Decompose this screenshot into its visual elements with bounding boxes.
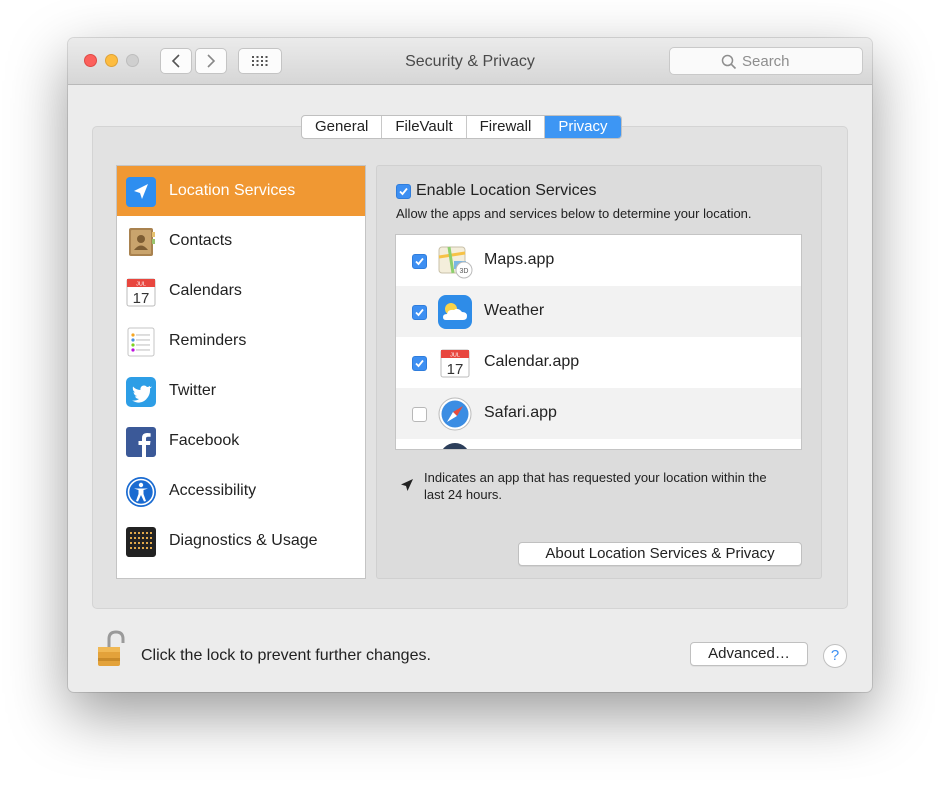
app-checkbox-weather[interactable] (412, 305, 427, 320)
tab-filevault[interactable]: FileVault (382, 116, 467, 138)
sidebar-item-location-services[interactable]: Location Services (117, 166, 365, 216)
sidebar-item-label: Facebook (169, 432, 240, 449)
sidebar-item-label: Reminders (169, 332, 247, 349)
calendar-month-text: JUL (450, 353, 460, 359)
help-button[interactable]: ? (823, 644, 847, 668)
checkmark-icon (399, 187, 408, 196)
note-line-2: last 24 hours. (424, 487, 503, 502)
weather-icon (438, 295, 472, 329)
accessibility-icon (126, 477, 156, 507)
sidebar-item-reminders[interactable]: Reminders (117, 316, 365, 366)
tab-bar: General FileVault Firewall Privacy (301, 115, 622, 139)
sidebar-item-diagnostics[interactable]: Diagnostics & Usage (117, 516, 365, 566)
calendar-day-text: 17 (447, 361, 464, 378)
list-item[interactable]: Safari.app (396, 388, 801, 439)
app-name: Safari.app (484, 404, 557, 421)
contacts-icon (129, 228, 155, 256)
sidebar-item-contacts[interactable]: Contacts (117, 216, 365, 266)
tab-firewall[interactable]: Firewall (467, 116, 546, 138)
maps-icon: 3D (438, 246, 473, 279)
search-field[interactable]: Search (669, 47, 863, 75)
about-location-privacy-button[interactable]: About Location Services & Privacy (518, 542, 802, 566)
sidebar-item-label: Diagnostics & Usage (169, 532, 318, 549)
calendar-icon: JUL 17 (440, 349, 470, 378)
recent-location-note: Indicates an app that has requested your… (424, 469, 814, 503)
advanced-button[interactable]: Advanced… (690, 642, 808, 666)
tab-privacy[interactable]: Privacy (545, 116, 621, 138)
privacy-category-list: Location Services Contacts JUL 17 Calend… (116, 165, 366, 579)
note-line-1: Indicates an app that has requested your… (424, 470, 767, 485)
location-description: Allow the apps and services below to det… (396, 206, 752, 221)
preferences-window: Security & Privacy Search General FileVa… (68, 38, 872, 692)
sidebar-item-label: Twitter (169, 382, 217, 399)
app-checkbox-calendar[interactable] (412, 356, 427, 371)
list-item[interactable]: JUL 17 Calendar.app (396, 337, 801, 388)
location-arrow-icon (401, 479, 413, 491)
checkmark-icon (415, 257, 424, 266)
sidebar-item-label: Calendars (169, 282, 242, 299)
search-icon (721, 54, 737, 70)
title-bar: Security & Privacy Search (68, 38, 872, 85)
unlocked-padlock-icon[interactable] (96, 629, 126, 669)
location-arrow-icon (126, 177, 156, 207)
enable-location-checkbox[interactable] (396, 184, 411, 199)
reminders-icon (127, 327, 155, 357)
app-checkbox-safari[interactable] (412, 407, 427, 422)
twitter-icon (126, 377, 156, 407)
sidebar-item-calendars[interactable]: JUL 17 Calendars (117, 266, 365, 316)
sidebar-item-facebook[interactable]: Facebook (117, 416, 365, 466)
sidebar-item-label: Contacts (169, 232, 233, 249)
checkmark-icon (415, 308, 424, 317)
sidebar-item-label: Accessibility (169, 482, 257, 499)
checkmark-icon (415, 359, 424, 368)
app-name: Calendar.app (484, 353, 580, 370)
app-name: Weather (484, 302, 545, 319)
safari-icon (438, 397, 472, 431)
app-checkbox-maps[interactable] (412, 254, 427, 269)
app-name: Maps.app (484, 251, 555, 268)
list-item[interactable]: Weather (396, 286, 801, 337)
sidebar-item-label: Location Services (169, 182, 296, 199)
calendar-day-text: 17 (133, 290, 150, 307)
sidebar-item-twitter[interactable]: Twitter (117, 366, 365, 416)
enable-location-label[interactable]: Enable Location Services (416, 182, 597, 200)
calendar-icon: JUL 17 (126, 278, 156, 307)
diagnostics-icon (126, 527, 156, 557)
location-app-list[interactable]: 3D Maps.app Weather JUL 17 Calendar.app … (395, 234, 802, 450)
list-item[interactable]: 3D Maps.app (396, 235, 801, 286)
svg-text:3D: 3D (460, 268, 469, 275)
sidebar-item-accessibility[interactable]: Accessibility (117, 466, 365, 516)
calendar-month-text: JUL (136, 282, 146, 288)
tab-general[interactable]: General (302, 116, 383, 138)
search-placeholder: Search (742, 53, 790, 70)
lock-message: Click the lock to prevent further change… (141, 647, 431, 664)
partial-app-icon (440, 443, 470, 449)
facebook-icon (126, 427, 156, 457)
